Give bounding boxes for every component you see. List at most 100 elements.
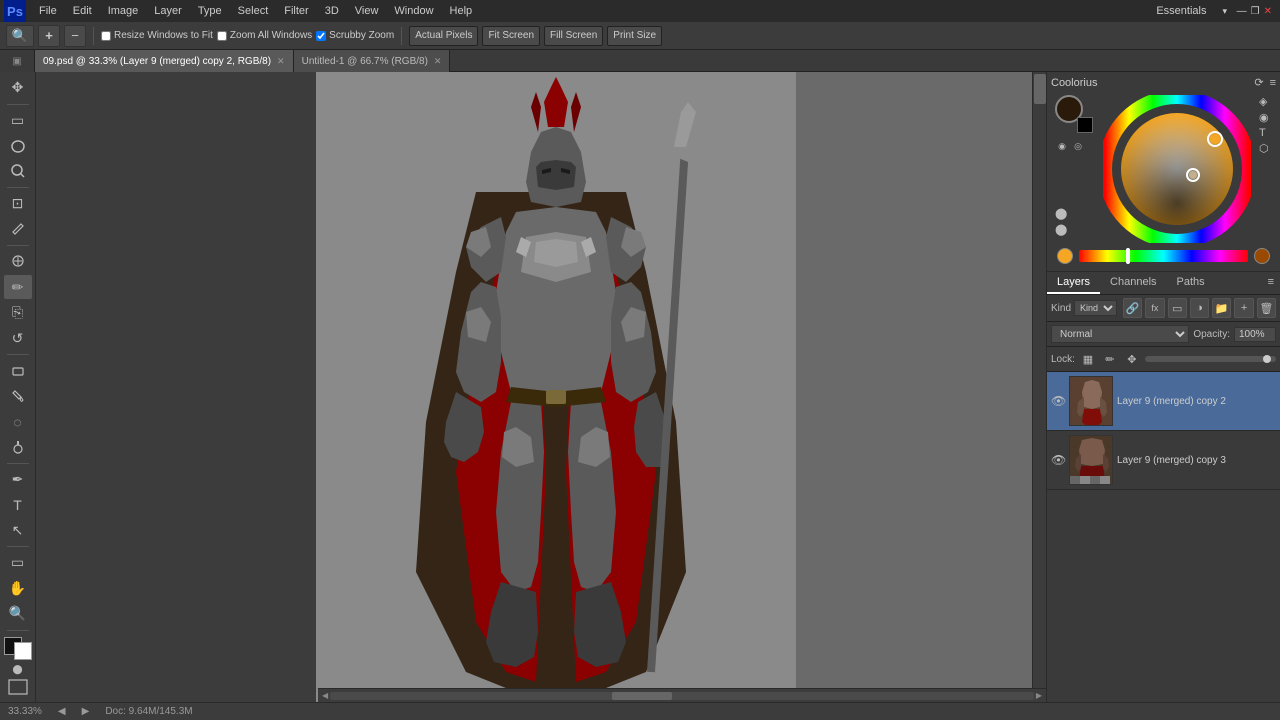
scroll-right-btn[interactable]: ▶ [1034,691,1044,700]
fit-screen-btn[interactable]: Fit Screen [482,26,540,46]
menu-select[interactable]: Select [231,3,276,19]
canvas-wrapper[interactable]: cgpersia always number one 🔷人人素材 www.rrs… [316,72,1046,702]
color-right-icon-1[interactable]: ◈ [1259,95,1269,108]
workspace-dropdown[interactable]: ▾ [1215,4,1234,19]
background-color[interactable] [14,642,32,660]
tab-layers[interactable]: Layers [1047,272,1100,294]
vertical-scrollbar[interactable] [1032,72,1046,688]
zoom-tool-icon[interactable]: 🔍 [6,25,34,47]
quick-mask-icon[interactable]: ⬤ [12,664,22,675]
color-right-icon-3[interactable]: T [1259,127,1269,139]
nav-next[interactable]: ▶ [82,706,90,717]
path-select-tool[interactable]: ↖ [4,519,32,543]
fill-screen-btn[interactable]: Fill Screen [544,26,603,46]
opacity-input[interactable] [1234,327,1276,342]
layer-item-0[interactable]: 👁 Layer 9 (merged) copy 2 [1047,372,1280,431]
panel-toggle[interactable]: ▣ [12,56,21,67]
eyedropper-icon-2[interactable]: ◎ [1071,139,1085,153]
lock-move-btn[interactable]: ✥ [1123,350,1141,368]
delete-layer-btn[interactable]: 🗑 [1257,298,1276,318]
menu-image[interactable]: Image [101,3,146,19]
color-right-icon-2[interactable]: ◉ [1259,111,1269,124]
new-layer-btn[interactable]: + [1234,298,1253,318]
text-tool[interactable]: T [4,493,32,517]
menu-layer[interactable]: Layer [147,3,189,19]
color-icon-1[interactable]: ⬤ [1055,207,1095,220]
crop-tool[interactable]: ⊡ [4,192,32,216]
screen-mode-icon[interactable] [8,679,28,698]
layer-1-visibility[interactable]: 👁 [1051,453,1065,467]
pen-tool[interactable]: ✒ [4,468,32,492]
move-tool[interactable]: ✥ [4,76,32,100]
hue-strip-thumb[interactable] [1126,248,1130,264]
menu-help[interactable]: Help [443,3,480,19]
tab-09psd[interactable]: 09.psd @ 33.3% (Layer 9 (merged) copy 2,… [35,50,294,72]
blend-mode-select[interactable]: Normal [1051,325,1189,343]
dodge-tool[interactable] [4,435,32,459]
minimize-btn[interactable]: — [1237,6,1247,17]
color-icon-2[interactable]: ⬤ [1055,223,1095,236]
zoom-tool-toolbox[interactable]: 🔍 [4,602,32,626]
menu-filter[interactable]: Filter [277,3,315,19]
colorius-tool-1[interactable]: ⟳ [1254,76,1263,89]
menu-3d[interactable]: 3D [318,3,346,19]
link-layers-btn[interactable]: 🔗 [1123,298,1142,318]
v-scroll-thumb[interactable] [1034,74,1046,104]
brown-color-dot[interactable] [1254,248,1270,264]
clone-stamp-tool[interactable]: ⎘ [4,301,32,325]
tab-channels[interactable]: Channels [1100,272,1166,294]
history-brush-tool[interactable]: ↺ [4,326,32,350]
nav-prev[interactable]: ◀ [58,706,66,717]
fx-btn[interactable]: fx [1145,298,1164,318]
zoom-out-btn[interactable]: − [64,25,86,47]
brush-tool[interactable]: ✏ [4,275,32,299]
eyedropper-tool[interactable] [4,217,32,241]
layer-0-visibility[interactable]: 👁 [1051,394,1065,408]
eyedropper-icon-1[interactable]: ◉ [1055,139,1069,153]
fill-slider-thumb[interactable] [1263,355,1271,363]
horizontal-scrollbar[interactable]: ◀ ▶ [318,688,1046,702]
tab-untitled[interactable]: Untitled-1 @ 66.7% (RGB/8) ✕ [294,50,451,72]
color-preview-swatches[interactable] [1055,95,1095,135]
close-btn[interactable]: ✕ [1264,6,1272,17]
zoom-all-windows-input[interactable] [217,31,227,41]
print-size-btn[interactable]: Print Size [607,26,662,46]
menu-window[interactable]: Window [387,3,440,19]
zoom-in-btn[interactable]: + [38,25,60,47]
lasso-tool[interactable] [4,134,32,158]
colorius-menu[interactable]: ≡ [1270,77,1276,89]
healing-brush-tool[interactable] [4,250,32,274]
fill-slider[interactable] [1145,356,1276,362]
menu-file[interactable]: File [32,3,64,19]
zoom-all-windows-checkbox[interactable]: Zoom All Windows [217,30,312,41]
scrubby-zoom-input[interactable] [316,31,326,41]
marquee-tool[interactable]: ▭ [4,108,32,132]
color-swatches[interactable] [4,637,32,661]
h-scroll-thumb[interactable] [612,692,672,700]
quick-select-tool[interactable] [4,159,32,183]
menu-view[interactable]: View [348,3,386,19]
h-scroll-track[interactable] [330,692,1034,700]
lock-paint-btn[interactable]: ✏ [1101,350,1119,368]
tab-09psd-close[interactable]: ✕ [277,56,285,67]
paint-bucket-tool[interactable] [4,384,32,408]
resize-windows-input[interactable] [101,31,111,41]
color-right-icon-4[interactable]: ⬡ [1259,142,1269,155]
resize-windows-checkbox[interactable]: Resize Windows to Fit [101,30,213,41]
tab-untitled-close[interactable]: ✕ [434,56,442,67]
scrubby-zoom-checkbox[interactable]: Scrubby Zoom [316,30,394,41]
kind-select[interactable]: Kind [1074,300,1117,316]
blur-tool[interactable]: ◌ [4,410,32,434]
menu-type[interactable]: Type [191,3,229,19]
actual-pixels-btn[interactable]: Actual Pixels [409,26,478,46]
menu-edit[interactable]: Edit [66,3,99,19]
layer-item-1[interactable]: 👁 [1047,431,1280,490]
tab-paths[interactable]: Paths [1167,272,1215,294]
secondary-color-square[interactable] [1077,117,1093,133]
folder-btn[interactable]: 📁 [1212,298,1231,318]
layers-panel-menu[interactable]: ≡ [1262,272,1280,294]
color-wheel-container[interactable] [1103,95,1251,243]
scroll-left-btn[interactable]: ◀ [320,691,330,700]
mask-btn[interactable]: ▭ [1168,298,1187,318]
restore-btn[interactable]: ❐ [1251,6,1260,17]
